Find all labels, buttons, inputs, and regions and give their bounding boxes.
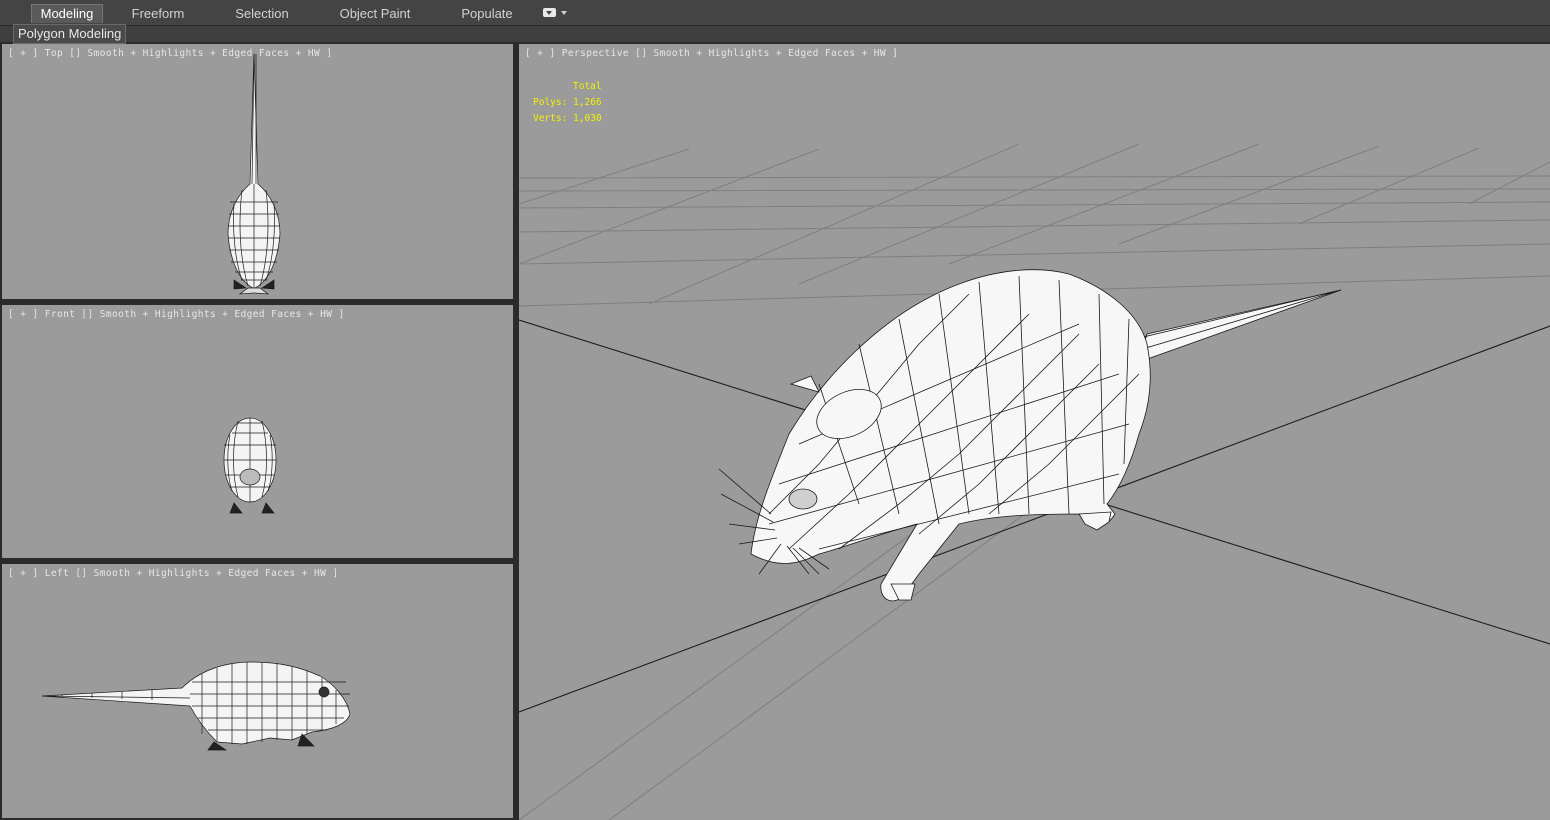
- stats-total-label: Total: [573, 81, 602, 92]
- tab-populate[interactable]: Populate: [452, 5, 522, 23]
- rat-front-view-wireframe: [223, 417, 277, 514]
- viewport-top[interactable]: [ + ] Top [] Smooth + Highlights + Edged…: [2, 44, 513, 299]
- ribbon-tab-bar: Modeling Freeform Selection Object Paint…: [0, 0, 1550, 26]
- viewport-left-label[interactable]: [ + ] Left [] Smooth + Highlights + Edge…: [8, 568, 338, 579]
- rat-left-view-wireframe: [41, 661, 351, 751]
- viewport-left[interactable]: [ + ] Left [] Smooth + Highlights + Edge…: [2, 564, 513, 818]
- ribbon-options-dropdown-icon[interactable]: [543, 7, 569, 19]
- viewport-front-label[interactable]: [ + ] Front [] Smooth + Highlights + Edg…: [8, 309, 345, 320]
- viewport-top-label[interactable]: [ + ] Top [] Smooth + Highlights + Edged…: [8, 48, 332, 59]
- tab-object-paint[interactable]: Object Paint: [330, 5, 420, 23]
- rat-perspective-wireframe: [718, 269, 1342, 602]
- rat-top-view-wireframe: [227, 53, 281, 295]
- stats-polys: Polys: 1,266: [533, 97, 602, 108]
- ribbon-panel-row: [0, 26, 1550, 42]
- viewport-perspective[interactable]: [ + ] Perspective [] Smooth + Highlights…: [519, 44, 1550, 820]
- scene-statistics: Total Polys: 1,266 Verts: 1,030: [533, 79, 602, 127]
- stats-verts: Verts: 1,030: [533, 113, 602, 124]
- viewport-perspective-label[interactable]: [ + ] Perspective [] Smooth + Highlights…: [525, 48, 898, 59]
- polygon-modeling-panel-button[interactable]: Polygon Modeling: [13, 24, 127, 44]
- tab-selection[interactable]: Selection: [224, 5, 300, 23]
- tab-modeling[interactable]: Modeling: [31, 4, 103, 23]
- viewport-front[interactable]: [ + ] Front [] Smooth + Highlights + Edg…: [2, 305, 513, 558]
- tab-freeform[interactable]: Freeform: [120, 5, 196, 23]
